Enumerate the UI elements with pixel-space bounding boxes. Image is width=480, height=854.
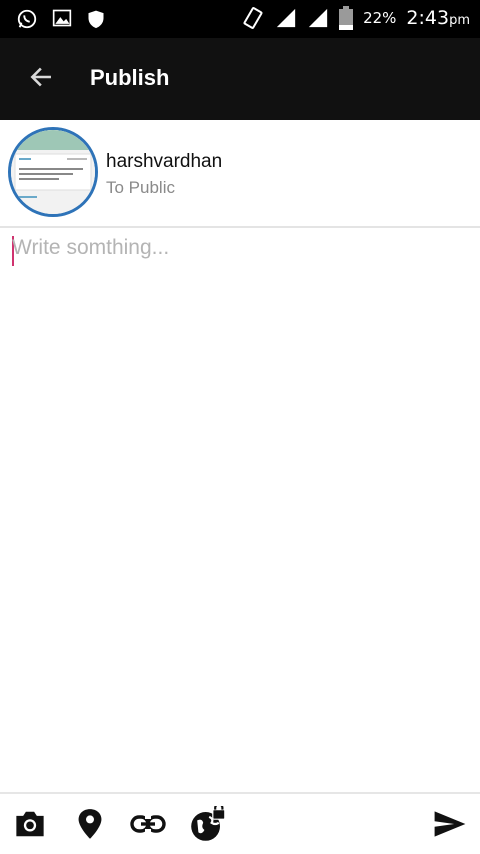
battery-percent: 22% bbox=[363, 9, 397, 27]
whatsapp-icon bbox=[16, 8, 38, 30]
post-text-input[interactable] bbox=[12, 236, 472, 776]
signal-icon bbox=[275, 7, 297, 29]
location-button[interactable] bbox=[72, 808, 108, 844]
send-icon bbox=[433, 810, 467, 843]
status-bar: 22% 2:43pm bbox=[0, 0, 480, 38]
shield-icon bbox=[86, 8, 106, 30]
send-button[interactable] bbox=[432, 808, 468, 844]
clock: 2:43pm bbox=[406, 7, 470, 29]
user-card: harshvardhan To Public bbox=[0, 120, 480, 228]
vibrate-icon bbox=[241, 6, 265, 30]
compose-area bbox=[0, 228, 480, 792]
page-title: Publish bbox=[90, 65, 170, 90]
user-name: harshvardhan bbox=[106, 151, 223, 172]
clock-time: 2:43 bbox=[406, 7, 450, 29]
location-pin-icon bbox=[76, 808, 104, 845]
back-button[interactable] bbox=[22, 60, 60, 98]
arrow-back-icon bbox=[28, 64, 54, 95]
camera-icon bbox=[13, 809, 47, 844]
avatar[interactable] bbox=[8, 127, 98, 217]
signal-icon bbox=[307, 7, 329, 29]
bottom-toolbar bbox=[0, 792, 480, 854]
battery-icon bbox=[339, 6, 354, 30]
camera-button[interactable] bbox=[12, 808, 48, 844]
link-button[interactable] bbox=[130, 808, 166, 844]
link-icon bbox=[130, 813, 166, 840]
app-bar: Publish bbox=[0, 38, 480, 120]
clock-ampm: pm bbox=[449, 13, 470, 28]
privacy-button[interactable] bbox=[190, 802, 226, 847]
audience-selector[interactable]: To Public bbox=[106, 178, 175, 198]
public-lock-icon bbox=[190, 802, 226, 847]
gallery-icon bbox=[52, 8, 72, 30]
